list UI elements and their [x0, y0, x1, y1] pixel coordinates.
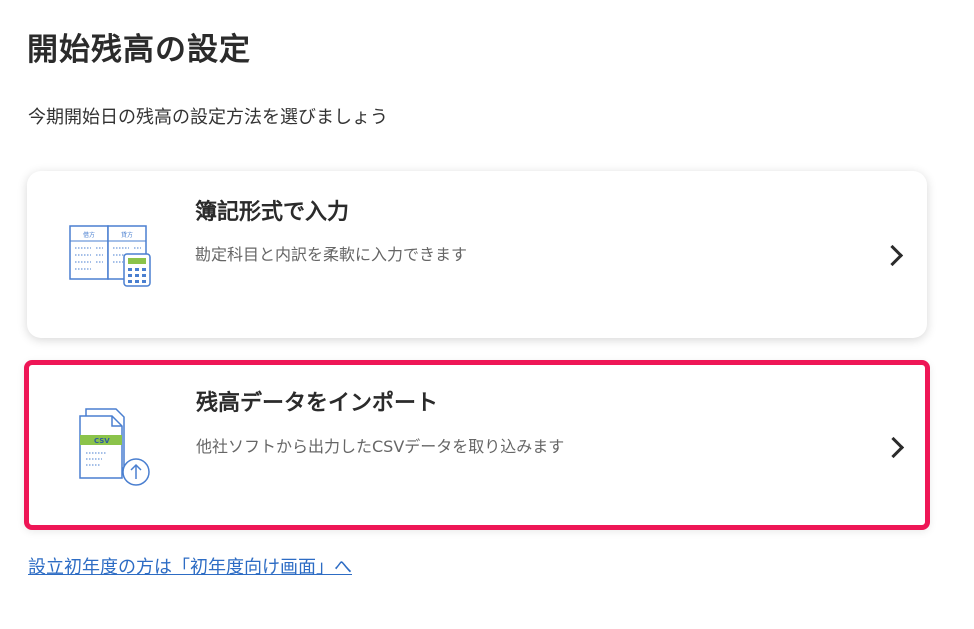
option-card-csv-import[interactable]: CSV 残高データをインポート 他社ソフトから出力したCSVデータを取り込みます — [24, 360, 930, 530]
option-card-ledger-input[interactable]: 借方 貸方 簿記形式で入力 勘定科目と内訳を柔軟に入力できます — [27, 171, 927, 338]
svg-text:借方: 借方 — [83, 231, 95, 239]
svg-text:貸方: 貸方 — [121, 231, 133, 239]
first-year-screen-link[interactable]: 設立初年度の方は「初年度向け画面」へ — [28, 555, 352, 581]
page-subtitle: 今期開始日の残高の設定方法を選びましょう — [28, 107, 388, 128]
ledger-calculator-icon: 借方 貸方 — [67, 221, 155, 295]
chevron-right-icon — [882, 436, 905, 459]
svg-text:CSV: CSV — [94, 437, 110, 445]
option-title: 簿記形式で入力 — [195, 200, 350, 225]
page-title: 開始残高の設定 — [27, 32, 251, 68]
chevron-right-icon — [881, 244, 904, 267]
option-description: 勘定科目と内訳を柔軟に入力できます — [195, 245, 468, 264]
csv-upload-icon: CSV — [76, 406, 156, 492]
option-description: 他社ソフトから出力したCSVデータを取り込みます — [196, 437, 565, 456]
option-title: 残高データをインポート — [196, 391, 439, 416]
